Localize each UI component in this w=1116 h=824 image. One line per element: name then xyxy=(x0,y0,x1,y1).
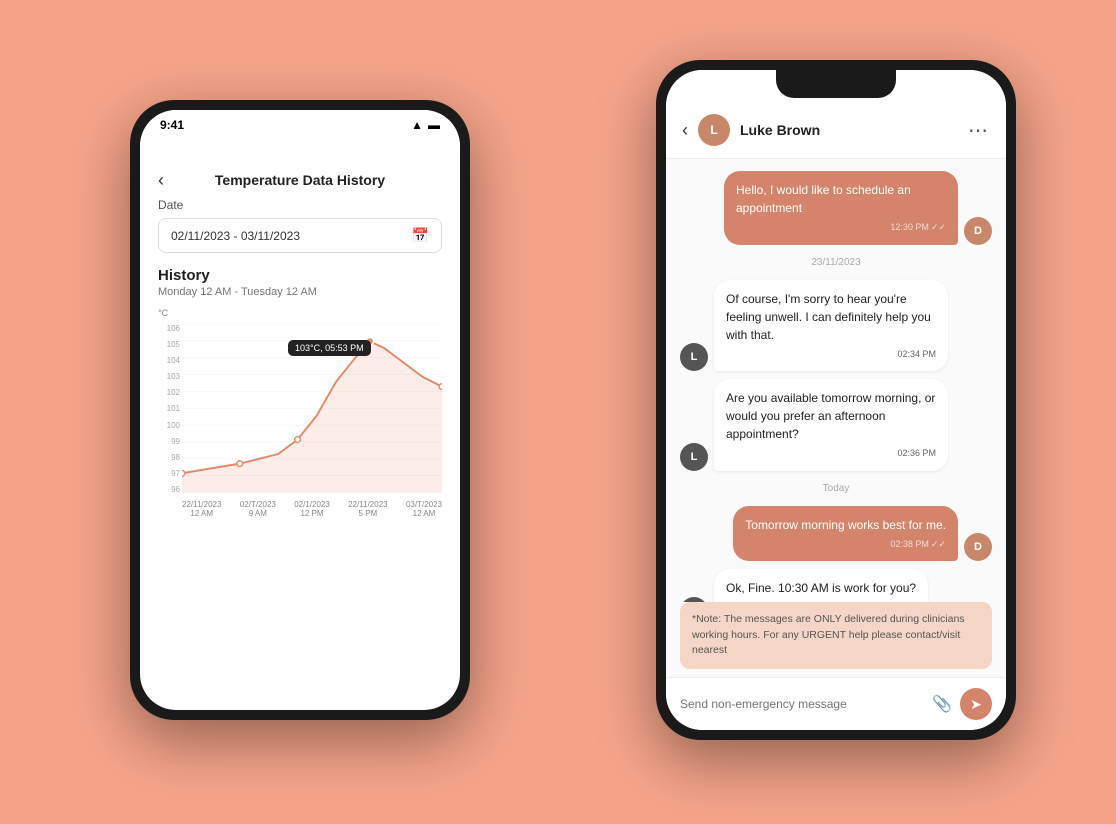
chat-input-bar: 📎 ➤ xyxy=(666,677,1006,730)
message-time-1: 12:30 PM ✓✓ xyxy=(736,221,946,235)
y-tick-104: 104 xyxy=(158,356,180,365)
chart-tooltip: 103°C, 05:53 PM xyxy=(288,340,371,356)
message-4: Tomorrow morning works best for me. 02:3… xyxy=(680,506,992,562)
right-phone-screen: ‹ L Luke Brown ⋯ Hello, I would like to … xyxy=(666,70,1006,730)
y-tick-101: 101 xyxy=(158,404,180,413)
date-range-value: 02/11/2023 - 03/11/2023 xyxy=(171,229,300,243)
nav-header: ‹ Temperature Data History xyxy=(158,160,442,198)
read-receipt-2: ✓✓ xyxy=(931,538,946,552)
x-label-1: 02/T/20239 AM xyxy=(240,500,276,518)
bubble-received-1: Of course, I'm sorry to hear you're feel… xyxy=(714,280,948,372)
left-phone: 9:41 ▲ ▬ ‹ Temperature Data History Date… xyxy=(130,100,470,720)
chat-messages: Hello, I would like to schedule an appoi… xyxy=(666,159,1006,602)
bubble-sent-2: Tomorrow morning works best for me. 02:3… xyxy=(733,506,958,562)
y-tick-102: 102 xyxy=(158,388,180,397)
note-box: *Note: The messages are ONLY delivered d… xyxy=(680,602,992,669)
status-icons: ▲ ▬ xyxy=(411,118,440,132)
x-label-4: 03/T/202312 AM xyxy=(406,500,442,518)
time-display: 9:41 xyxy=(160,118,184,132)
sender-avatar-4: D xyxy=(964,533,992,561)
x-label-2: 02/1/202312 PM xyxy=(294,500,330,518)
y-axis-ticks: 106 105 104 103 102 101 100 99 98 97 96 xyxy=(158,324,180,494)
message-3: L Are you available tomorrow morning, or… xyxy=(680,379,992,471)
attach-icon[interactable]: 📎 xyxy=(932,694,952,714)
battery-icon: ▬ xyxy=(428,118,440,132)
send-button[interactable]: ➤ xyxy=(960,688,992,720)
left-phone-screen: 9:41 ▲ ▬ ‹ Temperature Data History Date… xyxy=(140,110,460,710)
status-bar-left: 9:41 ▲ ▬ xyxy=(140,110,460,160)
chat-back-button[interactable]: ‹ xyxy=(682,120,688,141)
bubble-sent-1: Hello, I would like to schedule an appoi… xyxy=(724,171,958,245)
back-button[interactable]: ‹ xyxy=(158,170,164,191)
y-tick-100: 100 xyxy=(158,421,180,430)
read-receipt-1: ✓✓ xyxy=(931,221,946,235)
contact-avatar-header: L xyxy=(698,114,730,146)
sender-avatar-5: L xyxy=(680,597,708,602)
contact-initial: L xyxy=(710,123,717,137)
message-text-1: Hello, I would like to schedule an appoi… xyxy=(736,183,911,215)
right-phone: ‹ L Luke Brown ⋯ Hello, I would like to … xyxy=(656,60,1016,740)
message-input[interactable] xyxy=(680,697,924,711)
left-content: ‹ Temperature Data History Date 02/11/20… xyxy=(140,160,460,518)
more-options-button[interactable]: ⋯ xyxy=(968,118,990,143)
sender-avatar-3: L xyxy=(680,443,708,471)
y-tick-96: 96 xyxy=(158,485,180,494)
x-label-3: 22/11/20235 PM xyxy=(348,500,387,518)
chat-header-left: ‹ L Luke Brown xyxy=(682,114,820,146)
x-axis-labels: 22/11/202312 AM 02/T/20239 AM 02/1/20231… xyxy=(182,500,442,518)
sender-avatar-2: L xyxy=(680,343,708,371)
y-tick-99: 99 xyxy=(158,437,180,446)
y-tick-106: 106 xyxy=(158,324,180,333)
date-divider-1: 23/11/2023 xyxy=(680,257,992,268)
message-time-3: 02:36 PM xyxy=(726,447,936,461)
bubble-received-2: Are you available tomorrow morning, or w… xyxy=(714,379,948,471)
message-text-3: Are you available tomorrow morning, or w… xyxy=(726,391,935,441)
y-tick-97: 97 xyxy=(158,469,180,478)
note-text: *Note: The messages are ONLY delivered d… xyxy=(692,613,965,657)
temperature-chart: °C 106 105 104 103 102 101 100 99 98 97 … xyxy=(158,308,442,518)
message-5: L Ok, Fine. 10:30 AM is work for you? 03… xyxy=(680,569,992,602)
message-time-2: 02:34 PM xyxy=(726,348,936,362)
notch-right xyxy=(776,70,896,98)
message-text-4: Tomorrow morning works best for me. xyxy=(745,518,946,532)
y-axis-label: °C xyxy=(158,308,168,318)
y-tick-103: 103 xyxy=(158,372,180,381)
calendar-icon[interactable]: 📅 xyxy=(412,227,429,244)
message-text-5: Ok, Fine. 10:30 AM is work for you? xyxy=(726,581,916,595)
message-time-4: 02:38 PM ✓✓ xyxy=(745,538,946,552)
page-title: Temperature Data History xyxy=(215,172,385,188)
message-2: L Of course, I'm sorry to hear you're fe… xyxy=(680,280,992,372)
sender-avatar-1: D xyxy=(964,217,992,245)
contact-name: Luke Brown xyxy=(740,122,820,138)
date-label: Date xyxy=(158,198,442,212)
y-tick-98: 98 xyxy=(158,453,180,462)
send-icon: ➤ xyxy=(970,696,982,713)
wifi-icon: ▲ xyxy=(411,118,423,132)
x-label-0: 22/11/202312 AM xyxy=(182,500,221,518)
history-subtitle: Monday 12 AM - Tuesday 12 AM xyxy=(158,286,442,298)
message-text-2: Of course, I'm sorry to hear you're feel… xyxy=(726,292,931,342)
date-range-input[interactable]: 02/11/2023 - 03/11/2023 📅 xyxy=(158,218,442,253)
bubble-received-3: Ok, Fine. 10:30 AM is work for you? 03:4… xyxy=(714,569,928,602)
message-1: Hello, I would like to schedule an appoi… xyxy=(680,171,992,245)
history-title: History xyxy=(158,267,442,284)
message-time-5: 03:42 PM xyxy=(726,601,916,602)
y-tick-105: 105 xyxy=(158,340,180,349)
date-divider-today: Today xyxy=(680,483,992,494)
